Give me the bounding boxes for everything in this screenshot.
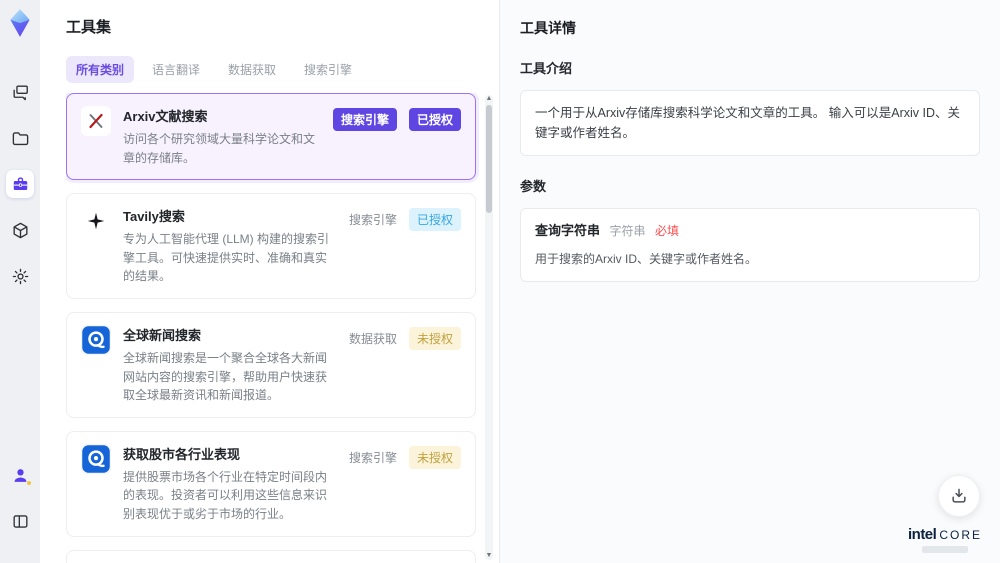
sidebar-item-toolbox[interactable]	[6, 170, 34, 198]
tool-card-active-stocks[interactable]: 获取市场最活跃股票信息 提供当天交易量最高的股票列表。投资者可以利用这些信息来识…	[66, 549, 476, 563]
sidebar-item-settings[interactable]	[6, 262, 34, 290]
sidebar-item-panel-toggle[interactable]	[6, 507, 34, 535]
detail-title: 工具详情	[520, 20, 576, 36]
param-type: 字符串	[609, 224, 646, 238]
tool-card-stock-sectors[interactable]: 获取股市各行业表现 提供股票市场各个行业在特定时间段内的表现。投资者可以利用这些…	[66, 430, 476, 537]
sidebar-item-plugins[interactable]	[6, 216, 34, 244]
page-title: 工具集	[66, 19, 112, 36]
tab-data-fetching[interactable]: 数据获取	[218, 56, 286, 83]
intel-logo-text: intel	[907, 526, 937, 544]
intel-logo-subtext-bar	[921, 546, 968, 553]
status-badge-authorized: 已授权	[408, 208, 461, 232]
category-tabs: 所有类别 语言翻译 数据获取 搜索引擎	[66, 55, 499, 83]
list-scrollbar[interactable]: ▲ ▼	[485, 95, 493, 560]
status-badge-authorized: 已授权	[408, 108, 461, 131]
tab-all-categories[interactable]: 所有类别	[66, 55, 135, 83]
tool-name: Tavily搜索	[123, 209, 185, 225]
folder-icon	[12, 131, 28, 145]
toolbox-icon	[13, 176, 27, 190]
gear-icon	[12, 268, 28, 284]
category-label: 数据获取	[348, 331, 397, 346]
sidebar-item-files[interactable]	[6, 124, 34, 152]
category-label: 搜索引擎	[348, 213, 397, 228]
tool-description: 全球新闻搜索是一个聚合全球各大新闻网站内容的搜索引擎，帮助用户快速获取全球最新资…	[123, 350, 328, 403]
params-heading: 参数	[520, 179, 547, 194]
chat-icon	[12, 84, 28, 100]
tool-list: Arxiv文献搜索 访问各个研究领域大量科学论文和文章的存储库。 搜索引擎 已授…	[66, 93, 499, 563]
tool-card-global-news[interactable]: 全球新闻搜索 全球新闻搜索是一个聚合全球各大新闻网站内容的搜索引擎，帮助用户快速…	[66, 311, 476, 418]
sidebar-rail	[0, 0, 40, 563]
tool-card-arxiv[interactable]: Arxiv文献搜索 访问各个研究领域大量科学论文和文章的存储库。 搜索引擎 已授…	[66, 93, 476, 181]
news-app-icon	[81, 443, 111, 474]
sidebar-item-user[interactable]	[6, 461, 34, 489]
param-description: 用于搜索的Arxiv ID、关键字或作者姓名。	[535, 251, 758, 266]
status-badge-unauthorized: 未授权	[408, 445, 461, 469]
app-logo-icon	[10, 9, 30, 37]
tool-description: 访问各个研究领域大量科学论文和文章的存储库。	[123, 132, 316, 165]
core-logo-text: CORE	[939, 528, 982, 543]
arxiv-logo-icon	[81, 106, 111, 136]
intro-heading: 工具介绍	[520, 61, 573, 76]
app-window: 工具集 所有类别 语言翻译 数据获取 搜索引擎 Arxiv文献搜索 访问各个研究…	[0, 0, 1000, 563]
tab-search-engine[interactable]: 搜索引擎	[294, 56, 362, 83]
param-name: 查询字符串	[535, 223, 601, 238]
tool-name: Arxiv文献搜索	[123, 109, 208, 124]
tool-detail-pane: 工具详情 工具介绍 一个用于从Arxiv存储库搜索科学论文和文章的工具。 输入可…	[500, 0, 1000, 563]
category-badge: 搜索引擎	[332, 108, 397, 131]
scroll-down-arrow[interactable]: ▼	[485, 552, 493, 560]
tool-intro-text: 一个用于从Arxiv存储库搜索科学论文和文章的工具。 输入可以是Arxiv ID…	[520, 90, 980, 156]
panel-toggle-icon	[12, 514, 28, 528]
status-badge-unauthorized: 未授权	[408, 326, 461, 350]
tool-description: 专为人工智能代理 (LLM) 构建的搜索引擎工具。可快速提供实时、准确和真实的结…	[123, 232, 330, 284]
download-icon	[952, 488, 966, 503]
tavily-star-icon	[81, 206, 111, 237]
user-status-dot	[26, 480, 32, 486]
tool-list-pane: 工具集 所有类别 语言翻译 数据获取 搜索引擎 Arxiv文献搜索 访问各个研究…	[40, 0, 500, 563]
intel-core-logo: intel CORE	[908, 526, 982, 553]
tool-description: 提供股票市场各个行业在特定时间段内的表现。投资者可以利用这些信息来识别表现优于或…	[123, 469, 328, 521]
tool-name: 全球新闻搜索	[123, 327, 202, 343]
category-label: 搜索引擎	[348, 450, 397, 465]
tool-card-tavily[interactable]: Tavily搜索 专为人工智能代理 (LLM) 构建的搜索引擎工具。可快速提供实…	[66, 193, 476, 299]
tab-language-translation[interactable]: 语言翻译	[142, 56, 210, 83]
news-app-icon	[81, 324, 111, 355]
param-required-flag: 必填	[655, 224, 680, 238]
parameter-card: 查询字符串 字符串 必填 用于搜索的Arxiv ID、关键字或作者姓名。	[520, 208, 980, 282]
scroll-up-arrow[interactable]: ▲	[485, 95, 493, 103]
tool-name: 获取股市各行业表现	[123, 446, 241, 462]
download-button[interactable]	[938, 475, 980, 517]
cube-icon	[12, 222, 28, 238]
scrollbar-thumb[interactable]	[486, 105, 492, 213]
sidebar-item-chat[interactable]	[6, 78, 34, 106]
